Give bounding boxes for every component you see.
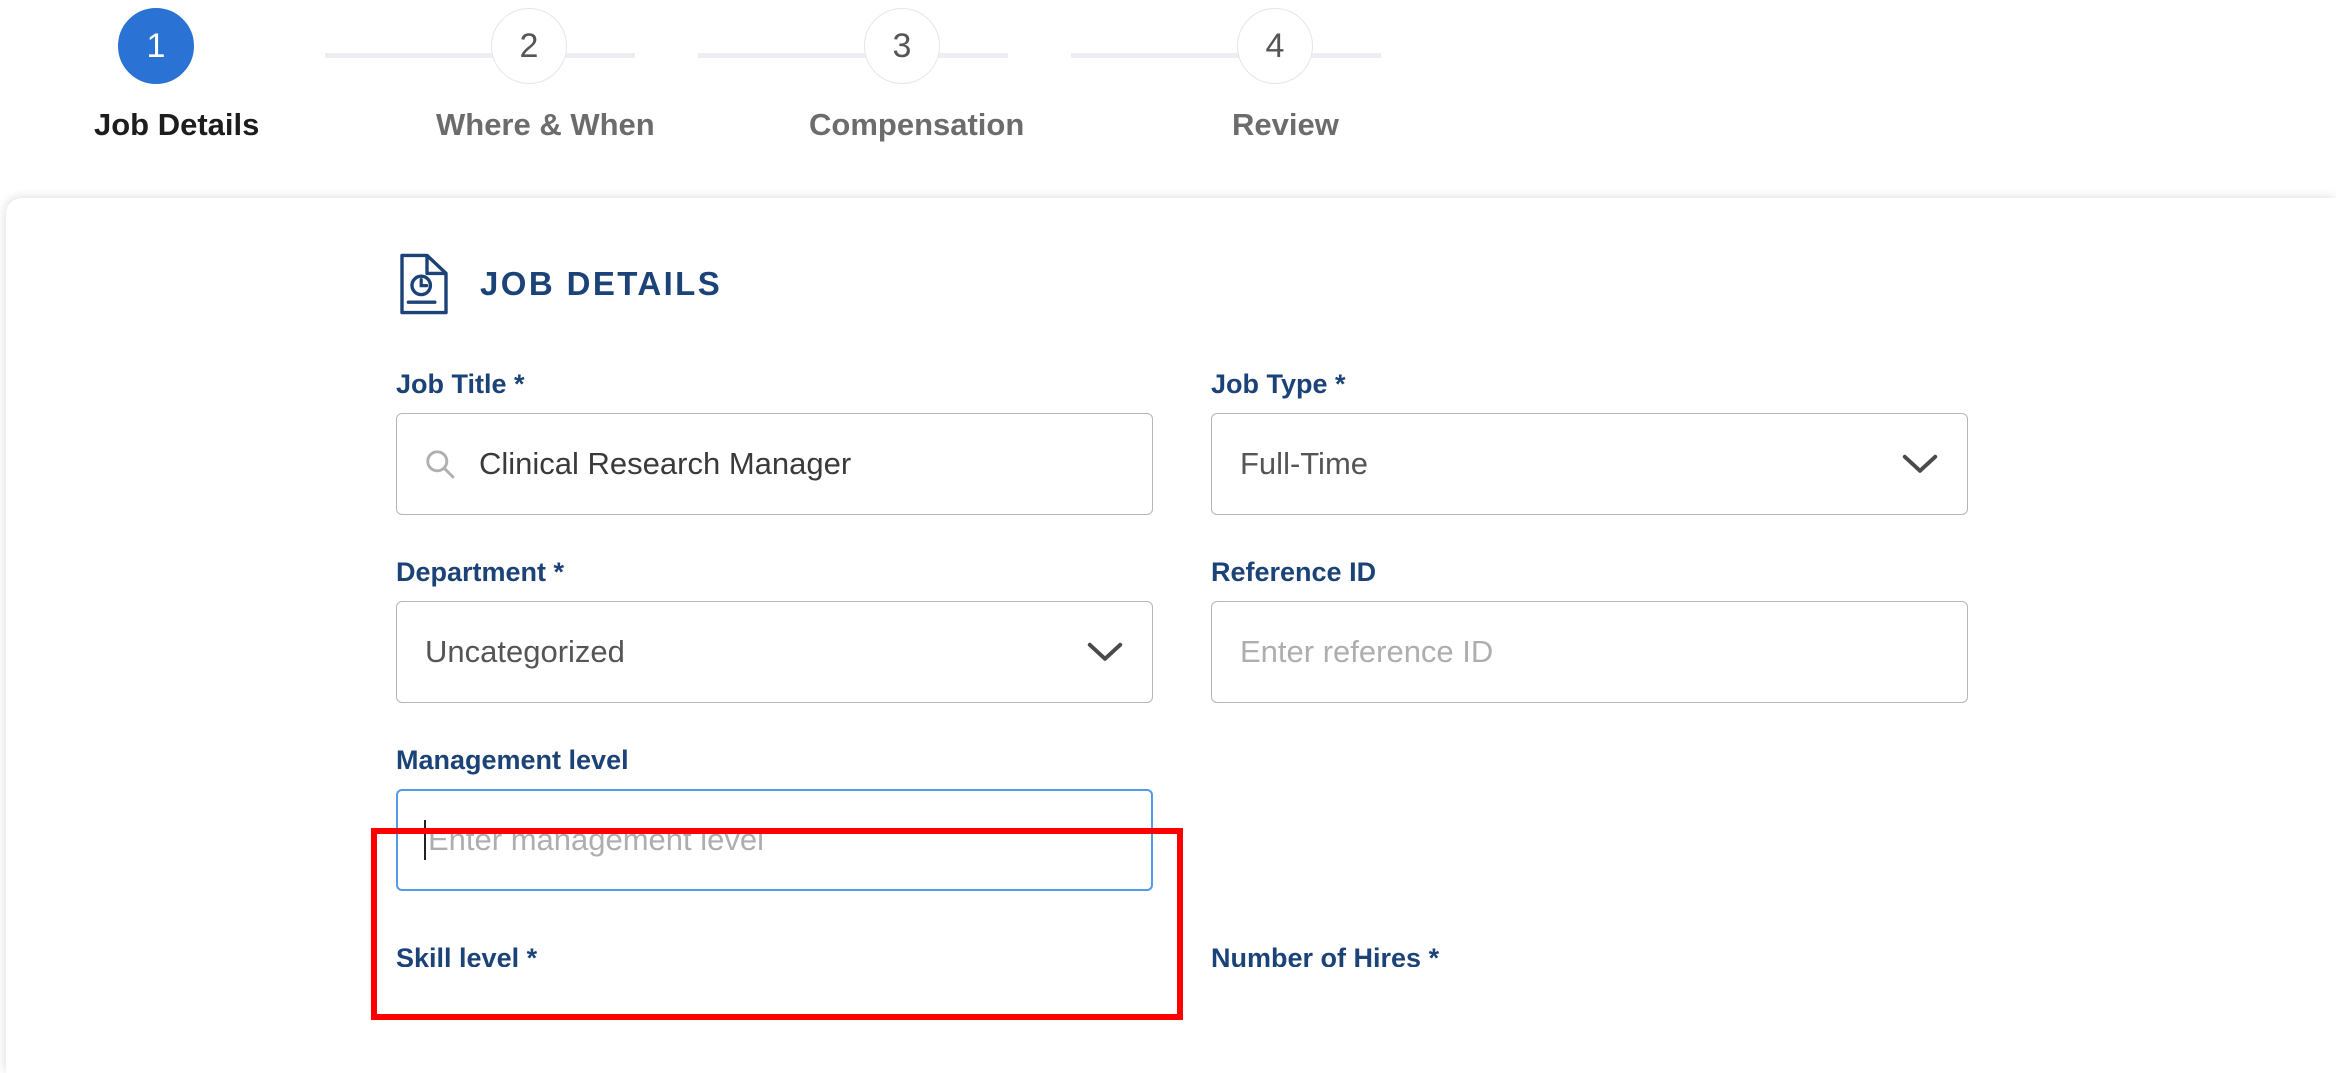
job-title-input[interactable]: Clinical Research Manager — [396, 413, 1153, 515]
document-clock-icon — [396, 253, 452, 315]
label-job-type-required: * — [1335, 369, 1346, 399]
job-details-card: JOB DETAILS Job Title * Clinical Researc… — [6, 198, 2336, 1073]
label-skill-level-required: * — [526, 943, 538, 967]
label-number-of-hires: Number of Hires * — [1211, 943, 1968, 967]
chevron-down-icon[interactable] — [1086, 640, 1124, 664]
step-number-1[interactable]: 1 — [118, 8, 194, 84]
label-job-type-text: Job Type — [1211, 369, 1328, 399]
management-level-input[interactable]: Enter management level — [396, 789, 1153, 891]
wizard-stepper: 1 Job Details 2 Where & When 3 Compensat… — [0, 0, 2336, 198]
text-cursor — [424, 820, 426, 860]
step-number-3[interactable]: 3 — [864, 8, 940, 84]
step-connector-1-2 — [325, 53, 635, 58]
stepper-item-job-details[interactable]: 1 Job Details — [63, 8, 436, 143]
step-label-review: Review — [1232, 107, 1339, 142]
label-job-type: Job Type * — [1211, 369, 1968, 400]
label-job-title: Job Title * — [396, 369, 1153, 400]
job-type-select[interactable]: Full-Time — [1211, 413, 1968, 515]
stepper-track: 1 Job Details 2 Where & When 3 Compensat… — [63, 8, 1381, 143]
partially-visible-row: Skill level * Number of Hires * — [396, 943, 1968, 967]
management-level-placeholder: Enter management level — [428, 822, 765, 857]
step-label-compensation: Compensation — [809, 107, 1025, 142]
section-header: JOB DETAILS — [396, 253, 2336, 315]
field-reference-id: Reference ID Enter reference ID — [1211, 557, 1968, 703]
department-value: Uncategorized — [425, 634, 625, 669]
step-number-2-text: 2 — [519, 26, 539, 65]
label-management-level-text: Management level — [396, 745, 629, 775]
label-reference-id-text: Reference ID — [1211, 557, 1377, 587]
step-connector-3-4 — [1071, 53, 1381, 58]
step-number-4[interactable]: 4 — [1237, 8, 1313, 84]
label-skill-level-text: Skill level — [396, 943, 520, 967]
stepper-item-compensation[interactable]: 3 Compensation — [809, 8, 1182, 143]
label-reference-id: Reference ID — [1211, 557, 1968, 588]
reference-id-placeholder: Enter reference ID — [1240, 634, 1494, 669]
label-department-required: * — [553, 557, 565, 587]
job-details-form: Job Title * Clinical Research Manager Jo… — [396, 369, 1968, 933]
job-title-value: Clinical Research Manager — [479, 446, 852, 481]
job-type-value: Full-Time — [1240, 446, 1369, 481]
step-number-4-text: 4 — [1265, 26, 1285, 65]
reference-id-input[interactable]: Enter reference ID — [1211, 601, 1968, 703]
label-job-title-required: * — [514, 369, 525, 399]
label-job-title-text: Job Title — [396, 369, 507, 399]
job-details-card-body: JOB DETAILS Job Title * Clinical Researc… — [6, 198, 2336, 967]
stepper-item-where-and-when[interactable]: 2 Where & When — [436, 8, 809, 143]
label-department: Department * — [396, 557, 1153, 588]
field-management-level: Management level Enter management level — [396, 745, 1153, 891]
label-number-of-hires-text: Number of Hires — [1211, 943, 1422, 967]
label-department-text: Department — [396, 557, 547, 587]
field-empty-slot — [1211, 745, 1968, 891]
search-icon — [423, 447, 457, 481]
step-label-where-and-when: Where & When — [436, 107, 655, 142]
field-job-title: Job Title * Clinical Research Manager — [396, 369, 1153, 515]
stepper-item-review[interactable]: 4 Review — [1182, 8, 1339, 143]
label-management-level: Management level — [396, 745, 1153, 776]
step-label-job-details: Job Details — [94, 107, 260, 142]
field-department: Department * Uncategorized — [396, 557, 1153, 703]
field-job-type: Job Type * Full-Time — [1211, 369, 1968, 515]
label-number-of-hires-required: * — [1428, 943, 1440, 967]
department-select[interactable]: Uncategorized — [396, 601, 1153, 703]
step-connector-2-3 — [698, 53, 1008, 58]
label-skill-level: Skill level * — [396, 943, 1153, 967]
step-number-2[interactable]: 2 — [491, 8, 567, 84]
step-number-1-text: 1 — [146, 26, 166, 65]
step-number-3-text: 3 — [892, 26, 912, 65]
section-title: JOB DETAILS — [480, 265, 723, 302]
chevron-down-icon[interactable] — [1901, 452, 1939, 476]
